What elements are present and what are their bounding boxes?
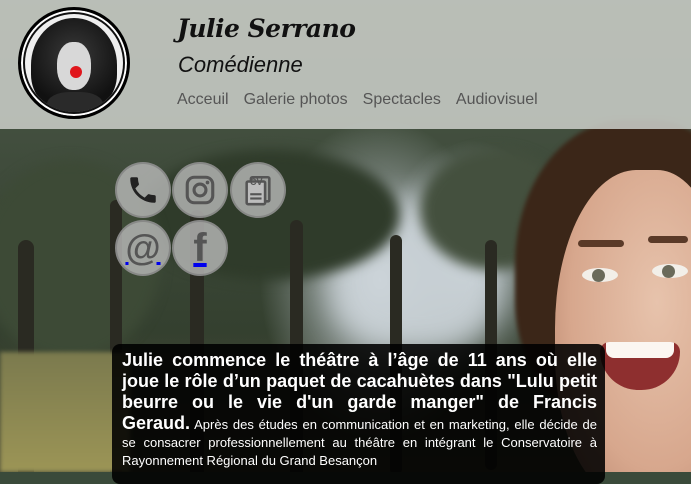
bio-text-box: Julie commence le théâtre à l’âge de 11 … [112,344,605,484]
portrait-brow [578,240,624,247]
nav-link-audiovisuel[interactable]: Audiovisuel [456,91,538,109]
email-icon[interactable]: @ [115,220,171,276]
bio-text: Après des études en communication et en … [122,417,597,468]
portrait-eye [582,268,618,282]
portrait-brow [648,236,688,243]
site-header: Julie Serrano Comédienne Acceuil Galerie… [0,0,691,129]
nav-link-galerie-photos[interactable]: Galerie photos [244,91,348,109]
facebook-icon-glyph: f [193,226,207,270]
instagram-icon-glyph [185,175,215,205]
portrait-eye [652,264,688,278]
avatar[interactable] [18,7,130,119]
avatar-photo [25,14,123,112]
clown-nose [70,66,82,78]
site-title[interactable]: Julie Serrano [177,14,356,43]
cv-icon[interactable]: CV [230,162,286,218]
portrait-teeth [606,342,674,358]
main-nav: Acceuil Galerie photos Spectacles Audiov… [177,91,538,109]
nav-link-spectacles[interactable]: Spectacles [363,91,441,109]
avatar-body [47,92,103,112]
email-icon-glyph: @ [125,227,161,268]
nav-link-accueil[interactable]: Acceuil [177,91,229,109]
phone-icon[interactable] [115,162,171,218]
facebook-icon[interactable]: f [172,220,228,276]
cv-icon-label: CV [250,177,263,187]
background-ground [0,352,130,472]
site-subtitle: Comédienne [178,52,303,77]
phone-icon-glyph [130,177,156,203]
instagram-icon[interactable] [172,162,228,218]
